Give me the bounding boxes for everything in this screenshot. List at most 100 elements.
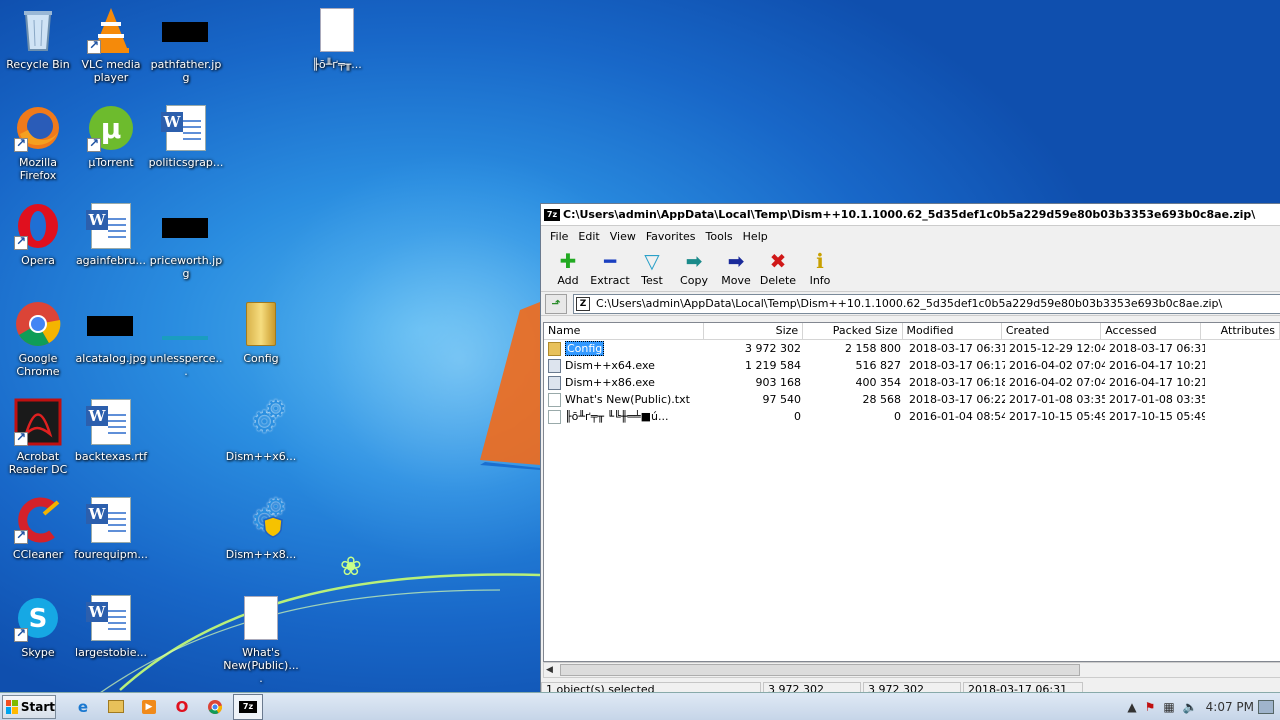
file-modified: 2016-01-04 08:54 [909,410,1005,423]
scroll-left-icon[interactable]: ◀ [546,663,553,677]
add-button[interactable]: ✚ Add [547,248,589,287]
window-title: C:\Users\admin\AppData\Local\Temp\Dism++… [563,208,1256,221]
file-row[interactable]: What's New(Public).txt 97 540 28 568 201… [544,391,1280,408]
flag-notification-icon[interactable]: ⚑ [1145,700,1156,714]
desktop-icon-ccleaner[interactable]: CCleaner [0,496,76,588]
file-created: 2016-04-02 07:04 [1009,359,1105,372]
file-name: Config [565,341,605,356]
column-modified[interactable]: Modified [903,323,1002,339]
extract-button-label: Extract [590,274,630,287]
desktop-icon-whats-new[interactable]: What's New(Public).... [223,594,299,686]
desktop-icon-unlessperce[interactable]: unlessperce... [148,300,224,392]
address-field[interactable]: Z C:\Users\admin\AppData\Local\Temp\Dism… [573,293,1280,314]
menu-help[interactable]: Help [738,230,773,243]
desktop-icon-chrome[interactable]: Google Chrome [0,300,76,392]
media-player-icon[interactable]: ▶ [134,694,164,720]
file-size: 1 219 584 [745,359,801,372]
file-size: 3 972 302 [745,342,801,355]
column-size[interactable]: Size [704,323,804,339]
test-button[interactable]: ▽ Test [631,248,673,287]
file-explorer-icon[interactable] [101,694,131,720]
file-accessed: 2018-03-17 06:31 [1109,342,1205,355]
desktop-icon-acrobat[interactable]: Acrobat Reader DC [0,398,76,490]
desktop-icon-priceworth[interactable]: priceworth.jpg [148,202,224,294]
minus-icon: ━ [603,249,617,273]
desktop-icon-backtexas[interactable]: W backtexas.rtf [73,398,149,490]
file-size: 903 168 [755,376,802,389]
desktop-icon-label: Config [243,352,279,365]
desktop-icon-pathfather[interactable]: pathfather.jpg [148,6,224,98]
horizontal-scrollbar[interactable]: ◀ [543,662,1280,678]
desktop-icon-label: Dism++x8... [225,548,297,561]
desktop-icon-againfebru[interactable]: W againfebru... [73,202,149,294]
7zip-taskbar-button[interactable]: 7z [233,693,263,720]
svg-text:❀: ❀ [340,552,362,582]
taskbar: Start e ▶ O 7z ▲ ⚑ ▦ 🔈 4:07 PM [0,692,1280,720]
file-row[interactable]: ╟ō╨ґ╤╥ ╙╚╫═╧■ú... 0 0 2016-01-04 08:54 2… [544,408,1280,425]
opera-taskbar-icon[interactable]: O [167,694,197,720]
desktop-icon-dism-x86[interactable]: ⚙⚙ Dism++x8... [223,493,299,588]
menu-edit[interactable]: Edit [573,230,604,243]
desktop-icon-label: What's New(Public).... [223,646,299,685]
network-icon[interactable]: ▦ [1163,700,1174,714]
opera-icon [14,202,62,250]
column-created[interactable]: Created [1002,323,1102,339]
desktop-icon-alcatalog[interactable]: alcatalog.jpg [73,300,149,392]
plus-icon: ✚ [559,249,577,273]
desktop-icon-garbled-file[interactable]: ╟ō╨ґ╤╥... [299,6,375,98]
file-row[interactable]: Config 3 972 302 2 158 800 2018-03-17 06… [544,340,1280,357]
desktop-icon-label: politicsgrap... [148,156,224,169]
menu-favorites[interactable]: Favorites [641,230,701,243]
volume-icon[interactable]: 🔈 [1183,700,1198,714]
chrome-taskbar-icon[interactable] [200,694,230,720]
internet-explorer-icon[interactable]: e [68,694,98,720]
file-packed-size: 400 354 [855,376,902,389]
executable-icon [548,375,561,390]
image-file-icon [162,6,210,54]
window-titlebar[interactable]: 7z C:\Users\admin\AppData\Local\Temp\Dis… [541,204,1280,226]
desktop-icon-dism-x64[interactable]: ⚙ ⚙ Dism++x6... [223,395,299,490]
desktop-icon-firefox[interactable]: Mozilla Firefox [0,104,76,196]
desktop-icon-opera[interactable]: Opera [0,202,76,294]
file-row[interactable]: Dism++x86.exe 903 168 400 354 2018-03-17… [544,374,1280,391]
info-button[interactable]: ℹ Info [799,248,841,287]
desktop-icon-fourequipm[interactable]: W fourequipm... [73,496,149,588]
clock[interactable]: 4:07 PM [1206,700,1254,714]
copy-button[interactable]: ➡ Copy [673,248,715,287]
move-button[interactable]: ➡ Move [715,248,757,287]
file-size: 0 [794,410,801,423]
desktop-icon-recycle-bin[interactable]: Recycle Bin [0,6,76,98]
desktop-icon-config[interactable]: Config [223,300,299,392]
desktop-icon-politicsgrap[interactable]: W politicsgrap... [148,104,224,196]
start-button[interactable]: Start [2,694,56,719]
delete-button[interactable]: ✖ Delete [757,248,799,287]
desktop-icon-utorrent[interactable]: µ µTorrent [73,104,149,196]
column-name[interactable]: Name [544,323,704,339]
gears-icon: ⚙ ⚙ [251,395,287,440]
menu-tools[interactable]: Tools [701,230,738,243]
scrollbar-thumb[interactable] [560,664,1080,676]
column-attributes[interactable]: Attributes [1201,323,1280,339]
file-row[interactable]: Dism++x64.exe 1 219 584 516 827 2018-03-… [544,357,1280,374]
archive-icon: Z [576,296,590,311]
file-created: 2017-01-08 03:35 [1009,393,1105,406]
desktop-icon-vlc[interactable]: VLC media player [73,6,149,98]
utorrent-icon: µ [87,104,135,152]
up-folder-button[interactable]: ⬏ [545,293,567,314]
menu-file[interactable]: File [545,230,573,243]
show-desktop-button[interactable] [1258,699,1274,714]
desktop-icon-label: priceworth.jpg [149,254,223,280]
desktop-icon-largestobie[interactable]: W largestobie... [73,594,149,686]
desktop-icon-skype[interactable]: S Skype [0,594,76,686]
file-modified: 2018-03-17 06:18 [909,376,1005,389]
folder-icon [548,341,561,356]
menu-view[interactable]: View [605,230,641,243]
column-accessed[interactable]: Accessed [1101,323,1201,339]
text-file-icon [313,6,361,54]
desktop-icon-label: Recycle Bin [6,58,70,71]
desktop-icon-label: Opera [21,254,55,267]
show-hidden-icons-icon[interactable]: ▲ [1127,700,1136,714]
extract-button[interactable]: ━ Extract [589,248,631,287]
column-packed-size[interactable]: Packed Size [803,323,903,339]
desktop-icon-label: VLC media player [81,58,141,84]
